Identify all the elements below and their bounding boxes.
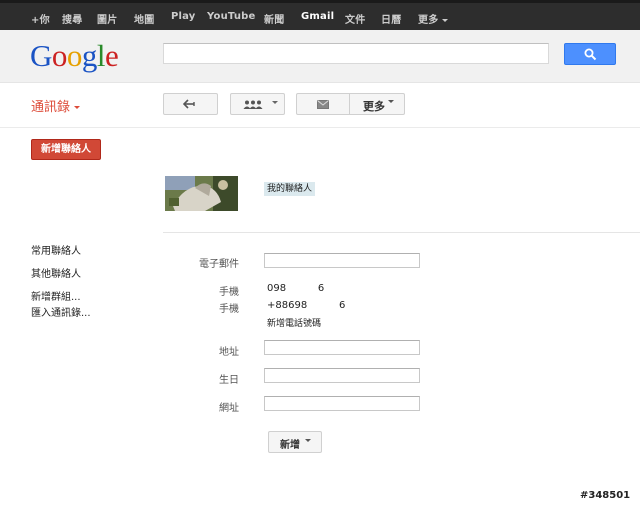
- back-button[interactable]: [163, 93, 218, 115]
- email-button[interactable]: [296, 93, 350, 115]
- topnav-more-label: 更多: [418, 15, 439, 26]
- header: Google: [0, 30, 640, 83]
- website-label: 網址: [219, 403, 239, 414]
- mobile-phone-2-value[interactable]: +88698 6: [267, 300, 345, 311]
- chevron-down-icon: [442, 18, 449, 22]
- address-label: 地址: [219, 347, 239, 358]
- website-field[interactable]: [264, 396, 420, 411]
- logo-letter: l: [96, 38, 106, 73]
- back-arrow-icon: [183, 99, 195, 109]
- topnav-calendar[interactable]: 日曆: [381, 11, 401, 26]
- logo-letter: o: [66, 38, 83, 73]
- contact-photo[interactable]: [165, 176, 238, 211]
- group-chip[interactable]: 我的聯絡人: [264, 182, 316, 196]
- mobile-phone-value[interactable]: 098 6: [267, 283, 324, 294]
- logo-letter: G: [30, 38, 52, 73]
- divider: [163, 232, 640, 233]
- logo-letter: e: [105, 38, 119, 73]
- topnav-plus-you[interactable]: +你: [31, 11, 50, 26]
- chevron-down-icon: [388, 100, 394, 103]
- app-title: 通訊錄: [31, 100, 71, 115]
- topnav-gmail[interactable]: Gmail: [301, 11, 334, 22]
- top-navigation-bar: +你 搜尋 圖片 地圖 Play YouTube 新聞 Gmail 文件 日曆 …: [0, 0, 640, 30]
- chevron-down-icon: [272, 101, 278, 104]
- add-field-button[interactable]: 新增: [268, 431, 322, 453]
- logo-letter: g: [81, 38, 98, 73]
- new-contact-button[interactable]: 新增聯絡人: [31, 139, 101, 160]
- contact-photo-image: [165, 176, 238, 211]
- search-button[interactable]: [564, 43, 616, 65]
- topnav-maps[interactable]: 地圖: [134, 11, 154, 26]
- sidebar-item-import-contacts[interactable]: 匯入通訊錄...: [31, 304, 91, 319]
- add-phone-link[interactable]: 新增電話號碼: [267, 316, 321, 329]
- sidebar-item-new-group[interactable]: 新增群組...: [31, 288, 81, 303]
- sidebar-item-other-contacts[interactable]: 其他聯絡人: [31, 265, 81, 280]
- email-field[interactable]: [264, 253, 420, 268]
- groups-button[interactable]: [230, 93, 285, 115]
- birthday-label: 生日: [219, 375, 239, 386]
- top-strip: [0, 0, 640, 3]
- more-actions-button[interactable]: 更多: [349, 93, 405, 115]
- topnav-more[interactable]: 更多: [418, 11, 449, 26]
- google-logo[interactable]: Google: [30, 38, 119, 73]
- more-actions-label: 更多: [363, 100, 385, 113]
- topnav-play[interactable]: Play: [171, 11, 196, 22]
- app-switcher[interactable]: 通訊錄: [31, 96, 81, 115]
- mobile-phone-2-label: 手機: [219, 304, 239, 315]
- topnav-search[interactable]: 搜尋: [62, 11, 82, 26]
- search-icon: [584, 48, 597, 61]
- birthday-field[interactable]: [264, 368, 420, 383]
- envelope-icon: [317, 100, 329, 109]
- watermark: #348501: [580, 490, 631, 501]
- topnav-youtube[interactable]: YouTube: [207, 11, 256, 22]
- address-field[interactable]: [264, 340, 420, 355]
- add-field-label: 新增: [280, 440, 300, 451]
- topnav-docs[interactable]: 文件: [345, 11, 365, 26]
- chevron-down-icon: [305, 439, 311, 442]
- email-label: 電子郵件: [199, 259, 239, 270]
- people-icon: [243, 100, 263, 109]
- sidebar-item-frequent-contacts[interactable]: 常用聯絡人: [31, 242, 81, 257]
- chevron-down-icon: [74, 106, 81, 109]
- mobile-phone-label: 手機: [219, 287, 239, 298]
- topnav-images[interactable]: 圖片: [97, 11, 117, 26]
- topnav-news[interactable]: 新聞: [264, 11, 284, 26]
- logo-letter: o: [51, 38, 68, 73]
- toolbar: 通訊錄 更多: [0, 83, 640, 128]
- search-input[interactable]: [163, 43, 549, 64]
